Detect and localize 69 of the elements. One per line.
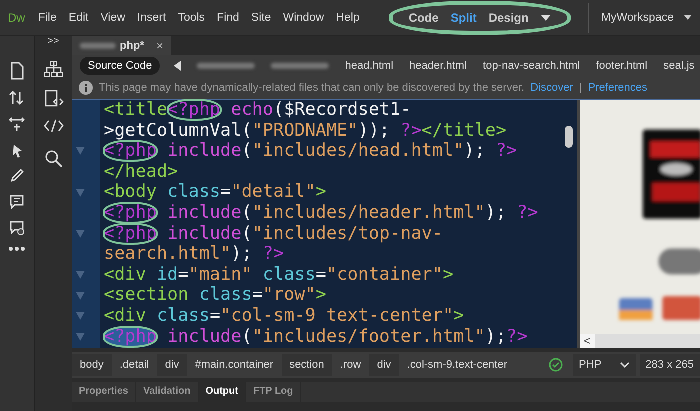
code-icon[interactable]	[44, 119, 64, 133]
breadcrumb[interactable]: div	[369, 354, 400, 376]
app-logo: Dw	[8, 10, 26, 24]
collapse-button[interactable]: >>	[48, 36, 60, 50]
related-file-tab[interactable]: top-nav-search.html	[483, 60, 580, 72]
menu-item[interactable]: Find	[217, 12, 240, 24]
preferences-link[interactable]: Preferences	[588, 82, 648, 94]
view-tab[interactable]: Code	[408, 10, 439, 24]
chevron-down-icon	[620, 362, 630, 368]
code-line: <?php include("includes/header.html"); ?>	[104, 202, 538, 224]
caret-icon	[684, 15, 692, 20]
code-line: </head>	[104, 162, 178, 182]
breadcrumb[interactable]: div	[157, 354, 188, 376]
source-code-tab[interactable]: Source Code	[80, 57, 160, 75]
scroll-left-button[interactable]: <	[580, 334, 596, 348]
code-line: <title<?php echo($Recordset1-	[104, 100, 412, 121]
menu-item[interactable]: Window	[283, 12, 324, 24]
info-message: This page may have dynamically-related files that can only be discovered by the server.	[99, 82, 525, 94]
panel-tab[interactable]: Output	[198, 382, 246, 402]
code-line: <?php include("includes/head.html"); ?>	[104, 141, 518, 162]
code-line: <section class="row">	[104, 285, 326, 306]
breadcrumb[interactable]: .detail	[112, 354, 158, 376]
breadcrumb[interactable]: .row	[332, 354, 370, 376]
scroll-left-icon[interactable]	[174, 61, 182, 71]
view-tab[interactable]: Design	[488, 10, 529, 24]
code-line: search.html"); ?>	[104, 244, 284, 265]
related-file-tab[interactable]: header.html	[410, 60, 468, 72]
breadcrumb[interactable]: .col-sm-9.text-center	[399, 354, 516, 376]
expand-arrows-icon[interactable]	[9, 116, 25, 132]
code-line: <?php include("includes/footer.html");?>	[104, 326, 528, 348]
menu-item[interactable]: Edit	[68, 12, 89, 24]
menu-item[interactable]: View	[100, 12, 126, 24]
code-line: <body class="detail">	[104, 182, 326, 203]
comment-remove-icon[interactable]	[9, 220, 25, 236]
info-icon	[79, 81, 93, 95]
breadcrumb[interactable]: #main.container	[187, 354, 282, 376]
related-file-tab[interactable]: head.html	[345, 60, 394, 72]
comment-icon[interactable]	[9, 194, 25, 210]
related-file-tab[interactable]: seal.js	[664, 60, 695, 72]
discover-link[interactable]: Discover	[530, 82, 574, 94]
menu-item[interactable]: File	[38, 12, 57, 24]
menu-item[interactable]: Insert	[137, 12, 166, 24]
code-line: >getColumnVal("PRODNAME")); ?></title>	[104, 120, 507, 142]
sort-arrows-icon[interactable]	[9, 90, 25, 106]
menu-item[interactable]: Help	[336, 12, 360, 24]
separator: |	[579, 82, 582, 94]
breadcrumb[interactable]: section	[282, 354, 332, 376]
code-line: <div class="col-sm-9 text-center">	[104, 306, 464, 327]
menu-item[interactable]: Site	[251, 12, 272, 24]
breadcrumb[interactable]: body	[72, 354, 112, 376]
close-button[interactable]: ×	[156, 38, 164, 52]
code-editor[interactable]	[72, 100, 577, 348]
menu-item[interactable]: Tools	[178, 12, 206, 24]
site-map-icon[interactable]	[44, 61, 64, 79]
file-icon[interactable]	[9, 62, 25, 80]
caret-icon[interactable]	[540, 14, 551, 20]
code-line: <?php include("includes/top-nav-	[104, 224, 443, 244]
horizontal-scrollbar[interactable]: <	[580, 334, 700, 348]
code-file-icon[interactable]	[44, 90, 64, 108]
related-file-tab[interactable]: footer.html	[596, 60, 648, 72]
language-dropdown[interactable]: PHP	[573, 354, 636, 376]
document-tab[interactable]: php* ×	[72, 36, 172, 55]
scrollbar-thumb[interactable]	[565, 126, 573, 148]
workspace-dropdown[interactable]: MyWorkspace	[588, 2, 692, 32]
search-icon[interactable]	[44, 150, 62, 168]
more-icon[interactable]	[9, 246, 25, 252]
code-line: <div id="main" class="container">	[104, 264, 454, 286]
window-size-field[interactable]: 283 x 265	[640, 354, 700, 376]
view-tab[interactable]: Split	[450, 10, 477, 24]
